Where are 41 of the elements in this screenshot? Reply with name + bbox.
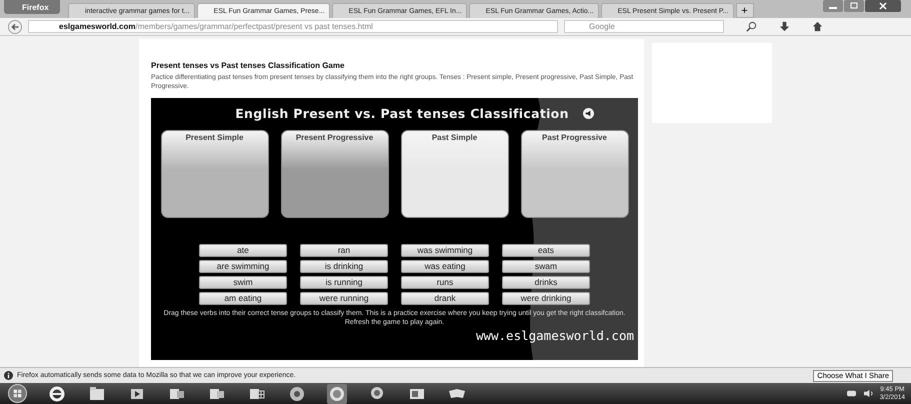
browser-icon[interactable] [47, 384, 67, 404]
download-icon[interactable] [779, 21, 790, 32]
verb-tile[interactable]: were drinking [502, 292, 590, 305]
network-icon[interactable] [846, 389, 857, 398]
address-field[interactable]: eslgamesworld.com/members/games/grammar/perfectpast/present vs past tenses.html [28, 20, 558, 33]
verb-tile[interactable]: ran [300, 244, 388, 257]
search-icon[interactable] [746, 21, 757, 32]
verb-tile[interactable]: ate [199, 244, 287, 257]
verb-tile[interactable]: runs [401, 276, 489, 289]
home-icon[interactable] [812, 21, 823, 32]
website-address: www.eslgamesworld.com [476, 328, 634, 343]
maximize-icon[interactable] [844, 0, 864, 12]
search-field[interactable]: Google [564, 20, 724, 33]
game-heading: Present tenses vs Past tenses Classification Game [151, 61, 346, 70]
verb-tile[interactable]: is drinking [300, 260, 388, 273]
verb-tile[interactable]: eats [502, 244, 590, 257]
new-tab-button[interactable]: + [736, 3, 754, 18]
firefox-menu-button[interactable]: Firefox [4, 0, 60, 14]
verb-tile[interactable]: drinks [502, 276, 590, 289]
close-icon[interactable] [865, 0, 901, 12]
tense-group-box: Present Simple [160, 130, 268, 218]
verb-tile[interactable]: am eating [199, 292, 287, 305]
minimize-icon[interactable] [823, 0, 843, 12]
tense-group-box: Present Progressive [280, 130, 388, 218]
verb-tile[interactable]: swim [199, 276, 287, 289]
verb-tile[interactable]: is running [300, 276, 388, 289]
tense-group-box: Past Simple [400, 130, 508, 218]
speaker-icon[interactable] [582, 108, 594, 119]
tense-group-box: Past Progressive [520, 130, 628, 218]
verb-tile[interactable]: drank [401, 292, 489, 305]
firefox-icon[interactable] [327, 384, 347, 404]
verb-tile[interactable]: are swimming [199, 260, 287, 273]
info-icon [4, 371, 13, 380]
verb-tile[interactable]: was swimming [401, 244, 489, 257]
game-title: English Present vs. Past tenses Classification [235, 106, 569, 121]
start-button-icon[interactable] [8, 384, 27, 403]
back-icon[interactable] [8, 20, 22, 34]
verb-tile[interactable]: was eating [401, 260, 489, 273]
verb-tile[interactable]: were running [300, 292, 388, 305]
verb-tile[interactable]: swam [502, 260, 590, 273]
volume-icon[interactable] [862, 389, 874, 398]
